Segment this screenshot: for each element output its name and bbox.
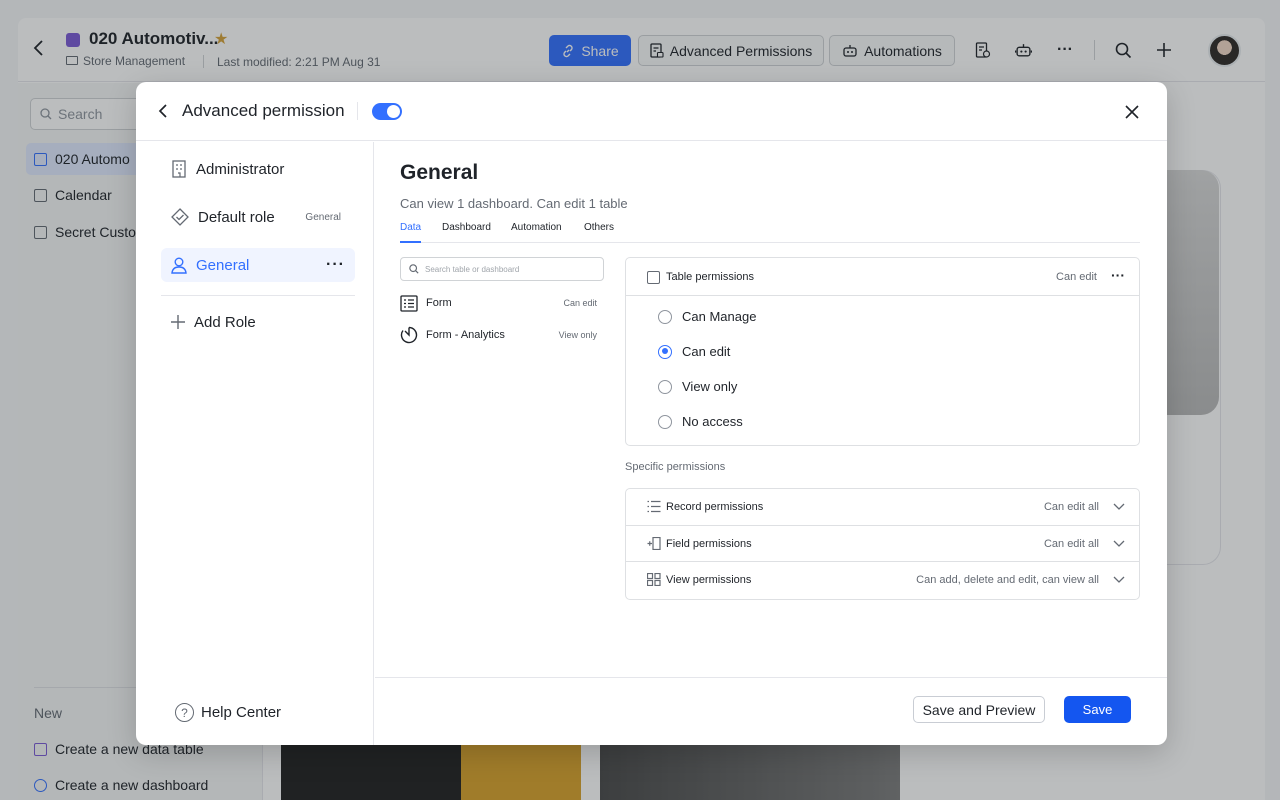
back-button[interactable]	[158, 102, 172, 120]
table-permission: Can edit	[563, 298, 597, 308]
role-detail: General Can view 1 dashboard. Can edit 1…	[375, 142, 1167, 677]
dialog-header: Advanced permission	[136, 82, 1167, 141]
record-permissions-value: Can edit all	[1043, 501, 1099, 513]
dashboard-icon	[400, 326, 418, 344]
role-general[interactable]: General ···	[161, 248, 355, 282]
search-placeholder: Search table or dashboard	[425, 264, 520, 274]
table-item-form[interactable]: Form Can edit	[400, 292, 597, 314]
dialog-footer: Save and Preview Save	[375, 677, 1167, 745]
field-add-icon	[647, 537, 661, 550]
table-permission: View only	[558, 330, 597, 340]
user-icon	[171, 257, 187, 274]
tab-automation[interactable]: Automation	[511, 222, 562, 243]
role-administrator[interactable]: Administrator	[161, 152, 355, 186]
view-permissions-value: Can add, delete and edit, can view all	[916, 574, 1099, 586]
diamond-check-icon	[171, 208, 189, 226]
divider	[161, 295, 355, 296]
radio-icon	[658, 414, 672, 429]
role-label: Default role	[198, 208, 275, 226]
radio-can-edit[interactable]: Can edit	[658, 344, 730, 359]
dialog-title: Advanced permission	[182, 101, 345, 120]
help-center-label: Help Center	[201, 704, 282, 721]
plus-icon	[171, 315, 185, 329]
table-permissions-state: Can edit	[1056, 271, 1097, 283]
building-icon	[172, 160, 186, 178]
role-default[interactable]: Default role General	[161, 200, 355, 234]
table-permissions-panel: Table permissions Can edit ··· Can Manag…	[625, 257, 1140, 446]
close-icon	[1125, 105, 1139, 119]
role-summary: Can view 1 dashboard. Can edit 1 table	[400, 196, 628, 211]
help-icon: ?	[175, 703, 194, 722]
chevron-down-icon	[1113, 540, 1125, 547]
tab-data[interactable]: Data	[400, 222, 422, 243]
radio-label: No access	[682, 414, 743, 429]
table-icon	[647, 271, 660, 284]
save-button[interactable]: Save	[1064, 696, 1131, 723]
more-icon[interactable]: ···	[1111, 267, 1125, 283]
table-icon	[400, 294, 418, 312]
table-search-input[interactable]: Search table or dashboard	[400, 257, 604, 281]
radio-label: View only	[682, 379, 738, 394]
field-permissions-value: Can edit all	[1043, 538, 1099, 550]
search-icon	[409, 264, 419, 274]
radio-no-access[interactable]: No access	[658, 414, 743, 429]
role-label: Administrator	[196, 160, 285, 178]
record-permissions-title: Record permissions	[666, 501, 764, 513]
role-sub-label: General	[305, 211, 341, 223]
tab-dashboard[interactable]: Dashboard	[442, 222, 491, 243]
chevron-down-icon	[1113, 503, 1125, 510]
table-name: Form	[426, 297, 452, 309]
add-role-button[interactable]: Add Role	[161, 305, 355, 339]
toggle-knob	[387, 105, 400, 118]
radio-label: Can edit	[682, 344, 731, 359]
chevron-down-icon	[1113, 576, 1125, 583]
radio-view-only[interactable]: View only	[658, 379, 737, 394]
advanced-permission-dialog: Advanced permission Administrator Defaul…	[136, 82, 1167, 745]
chevron-left-icon	[158, 104, 167, 118]
more-icon[interactable]: ···	[326, 256, 345, 274]
role-title: General	[400, 161, 479, 184]
radio-label: Can Manage	[682, 309, 757, 324]
table-item-form-analytics[interactable]: Form - Analytics View only	[400, 324, 597, 346]
save-and-preview-button[interactable]: Save and Preview	[913, 696, 1045, 723]
view-permissions-row[interactable]: View permissions Can add, delete and edi…	[626, 561, 1139, 596]
view-permissions-title: View permissions	[666, 574, 752, 586]
specific-permissions-label: Specific permissions	[625, 461, 726, 473]
grid-icon	[647, 573, 661, 586]
radio-icon	[658, 309, 672, 324]
radio-icon	[658, 379, 672, 394]
specific-permissions-list: Record permissions Can edit all Field pe…	[625, 488, 1140, 600]
record-permissions-row[interactable]: Record permissions Can edit all	[626, 489, 1139, 524]
close-button[interactable]	[1122, 102, 1142, 122]
help-center-link[interactable]: ? Help Center	[175, 703, 281, 722]
radio-can-manage[interactable]: Can Manage	[658, 309, 756, 324]
field-permissions-title: Field permissions	[666, 538, 752, 550]
advanced-permission-toggle[interactable]	[372, 103, 402, 120]
field-permissions-row[interactable]: Field permissions Can edit all	[626, 525, 1139, 560]
table-name: Form - Analytics	[426, 329, 505, 341]
permission-tabs: Data Dashboard Automation Others	[400, 222, 1140, 243]
tab-others[interactable]: Others	[584, 222, 614, 243]
table-permissions-title: Table permissions	[666, 271, 755, 283]
add-role-label: Add Role	[194, 313, 256, 331]
list-icon	[647, 500, 661, 513]
role-label: General	[196, 256, 250, 274]
role-list: Administrator Default role General Gener…	[136, 142, 374, 745]
radio-selected-icon	[658, 344, 672, 359]
divider	[357, 102, 358, 120]
table-permissions-header: Table permissions Can edit ···	[626, 258, 1139, 296]
